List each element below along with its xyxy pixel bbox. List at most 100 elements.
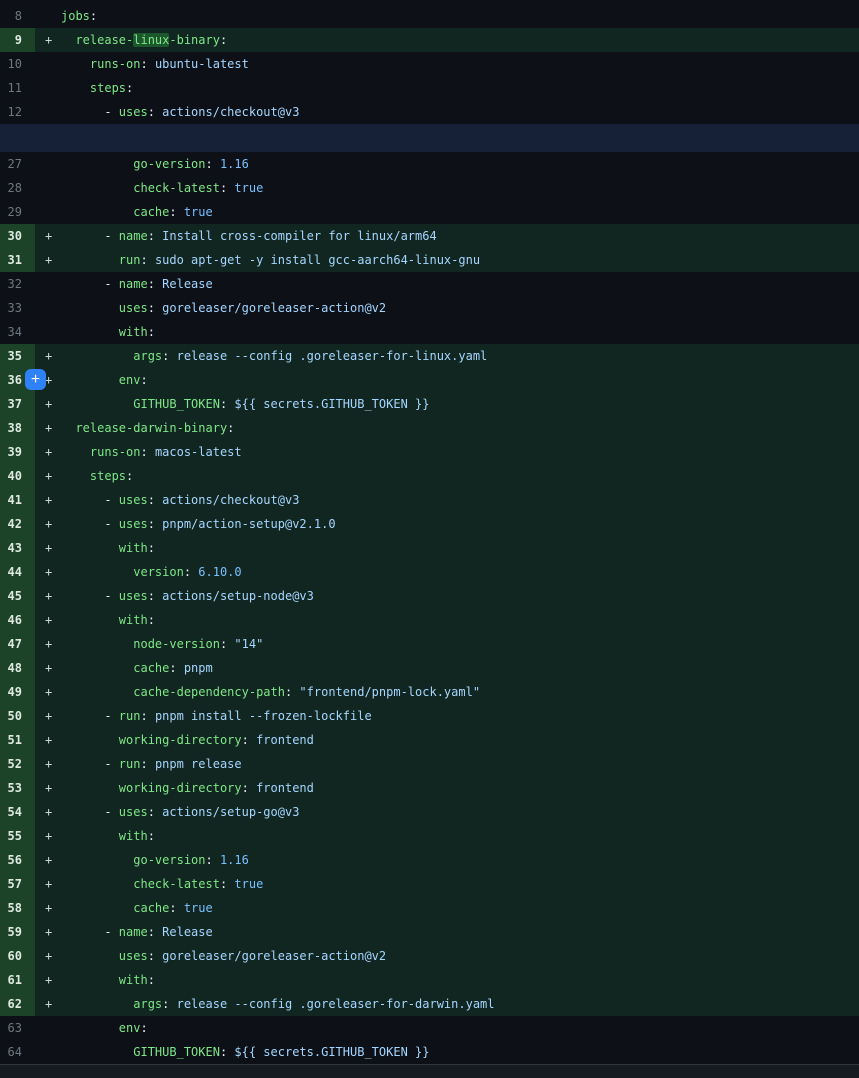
line-number[interactable]: 56 bbox=[0, 848, 35, 872]
line-number[interactable]: 47 bbox=[0, 632, 35, 656]
code-line: working-directory: frontend bbox=[61, 776, 859, 800]
line-number[interactable]: 59 bbox=[0, 920, 35, 944]
code-token bbox=[61, 613, 119, 627]
code-line: - name: Release bbox=[61, 272, 859, 296]
line-number[interactable]: 35 bbox=[0, 344, 35, 368]
line-number[interactable]: 63 bbox=[0, 1016, 35, 1040]
code-token: cache bbox=[133, 901, 169, 915]
code-line: - run: pnpm install --frozen-lockfile bbox=[61, 704, 859, 728]
diff-marker: + bbox=[35, 656, 61, 680]
diff-line: 40+ steps: bbox=[0, 464, 859, 488]
line-number[interactable]: 27 bbox=[0, 152, 35, 176]
code-line: uses: goreleaser/goreleaser-action@v2 bbox=[61, 296, 859, 320]
line-number[interactable]: 37 bbox=[0, 392, 35, 416]
line-number[interactable]: 64 bbox=[0, 1040, 35, 1064]
code-token: : bbox=[242, 781, 256, 795]
code-token: : bbox=[285, 685, 299, 699]
code-token: : bbox=[169, 661, 183, 675]
code-token: : bbox=[220, 1045, 234, 1059]
line-number[interactable]: 53 bbox=[0, 776, 35, 800]
line-number[interactable]: 43 bbox=[0, 536, 35, 560]
add-comment-button[interactable]: + bbox=[25, 369, 46, 390]
line-number[interactable]: 8 bbox=[0, 4, 35, 28]
line-number[interactable]: 44 bbox=[0, 560, 35, 584]
expand-hunk-row[interactable] bbox=[0, 124, 859, 152]
line-number[interactable]: 60 bbox=[0, 944, 35, 968]
code-token: with bbox=[119, 325, 148, 339]
diff-line: 51+ working-directory: frontend bbox=[0, 728, 859, 752]
line-number[interactable]: 49 bbox=[0, 680, 35, 704]
code-token bbox=[61, 445, 90, 459]
code-line: with: bbox=[61, 968, 859, 992]
code-token: true bbox=[184, 901, 213, 915]
line-number[interactable]: 42 bbox=[0, 512, 35, 536]
code-token: go-version bbox=[133, 853, 205, 867]
line-number[interactable]: 50 bbox=[0, 704, 35, 728]
line-number[interactable]: 52 bbox=[0, 752, 35, 776]
code-token: : bbox=[140, 709, 154, 723]
line-number[interactable]: 11 bbox=[0, 76, 35, 100]
code-token: pnpm/action-setup@v2.1.0 bbox=[162, 517, 335, 531]
code-token: goreleaser/goreleaser-action@v2 bbox=[162, 949, 386, 963]
page-background-strip bbox=[0, 1065, 859, 1078]
line-number[interactable]: 29 bbox=[0, 200, 35, 224]
line-number[interactable]: 51 bbox=[0, 728, 35, 752]
code-token: : bbox=[148, 517, 162, 531]
line-number[interactable]: 40 bbox=[0, 464, 35, 488]
code-token: - bbox=[61, 757, 119, 771]
code-token: : bbox=[148, 805, 162, 819]
line-number[interactable]: 34 bbox=[0, 320, 35, 344]
line-number[interactable]: 12 bbox=[0, 100, 35, 124]
diff-line: 36++ env: bbox=[0, 368, 859, 392]
line-number[interactable]: 32 bbox=[0, 272, 35, 296]
code-token: pnpm release bbox=[155, 757, 242, 771]
code-line: jobs: bbox=[61, 4, 859, 28]
line-number[interactable]: 41 bbox=[0, 488, 35, 512]
diff-marker: + bbox=[35, 584, 61, 608]
line-number[interactable]: 57 bbox=[0, 872, 35, 896]
line-number[interactable]: 46 bbox=[0, 608, 35, 632]
line-number[interactable]: 38 bbox=[0, 416, 35, 440]
code-token: : bbox=[148, 973, 155, 987]
code-token: : bbox=[220, 397, 234, 411]
code-token: : bbox=[148, 613, 155, 627]
line-number[interactable]: 62 bbox=[0, 992, 35, 1016]
code-token: actions/checkout@v3 bbox=[162, 105, 299, 119]
code-token bbox=[61, 637, 133, 651]
code-token: : bbox=[220, 181, 234, 195]
code-token: : bbox=[206, 853, 220, 867]
diff-line: 47+ node-version: "14" bbox=[0, 632, 859, 656]
line-number[interactable]: 9 bbox=[0, 28, 35, 52]
line-number[interactable]: 39 bbox=[0, 440, 35, 464]
line-number[interactable]: 28 bbox=[0, 176, 35, 200]
line-number[interactable]: 55 bbox=[0, 824, 35, 848]
diff-line: 31+ run: sudo apt-get -y install gcc-aar… bbox=[0, 248, 859, 272]
line-number[interactable]: 61 bbox=[0, 968, 35, 992]
code-token: : bbox=[162, 997, 176, 1011]
code-line: steps: bbox=[61, 464, 859, 488]
line-number[interactable]: 31 bbox=[0, 248, 35, 272]
diff-marker bbox=[35, 176, 61, 200]
line-number[interactable]: 58 bbox=[0, 896, 35, 920]
code-token bbox=[61, 661, 133, 675]
word-diff-highlight: linux bbox=[133, 33, 169, 47]
code-line: - uses: pnpm/action-setup@v2.1.0 bbox=[61, 512, 859, 536]
line-number[interactable]: 45 bbox=[0, 584, 35, 608]
diff-marker: + bbox=[35, 800, 61, 824]
diff-line: 58+ cache: true bbox=[0, 896, 859, 920]
diff-line: 11 steps: bbox=[0, 76, 859, 100]
code-line: with: bbox=[61, 608, 859, 632]
line-number[interactable]: 33 bbox=[0, 296, 35, 320]
code-token bbox=[61, 565, 133, 579]
code-token: release --config .goreleaser-for-linux.y… bbox=[177, 349, 488, 363]
diff-line: 35+ args: release --config .goreleaser-f… bbox=[0, 344, 859, 368]
line-number[interactable]: 48 bbox=[0, 656, 35, 680]
line-number[interactable]: 54 bbox=[0, 800, 35, 824]
diff-marker: + bbox=[35, 560, 61, 584]
line-number[interactable]: 30 bbox=[0, 224, 35, 248]
code-token: : bbox=[148, 325, 155, 339]
code-token: - bbox=[61, 229, 119, 243]
diff-line: 64 GITHUB_TOKEN: ${{ secrets.GITHUB_TOKE… bbox=[0, 1040, 859, 1064]
diff-marker bbox=[35, 4, 61, 28]
line-number[interactable]: 10 bbox=[0, 52, 35, 76]
